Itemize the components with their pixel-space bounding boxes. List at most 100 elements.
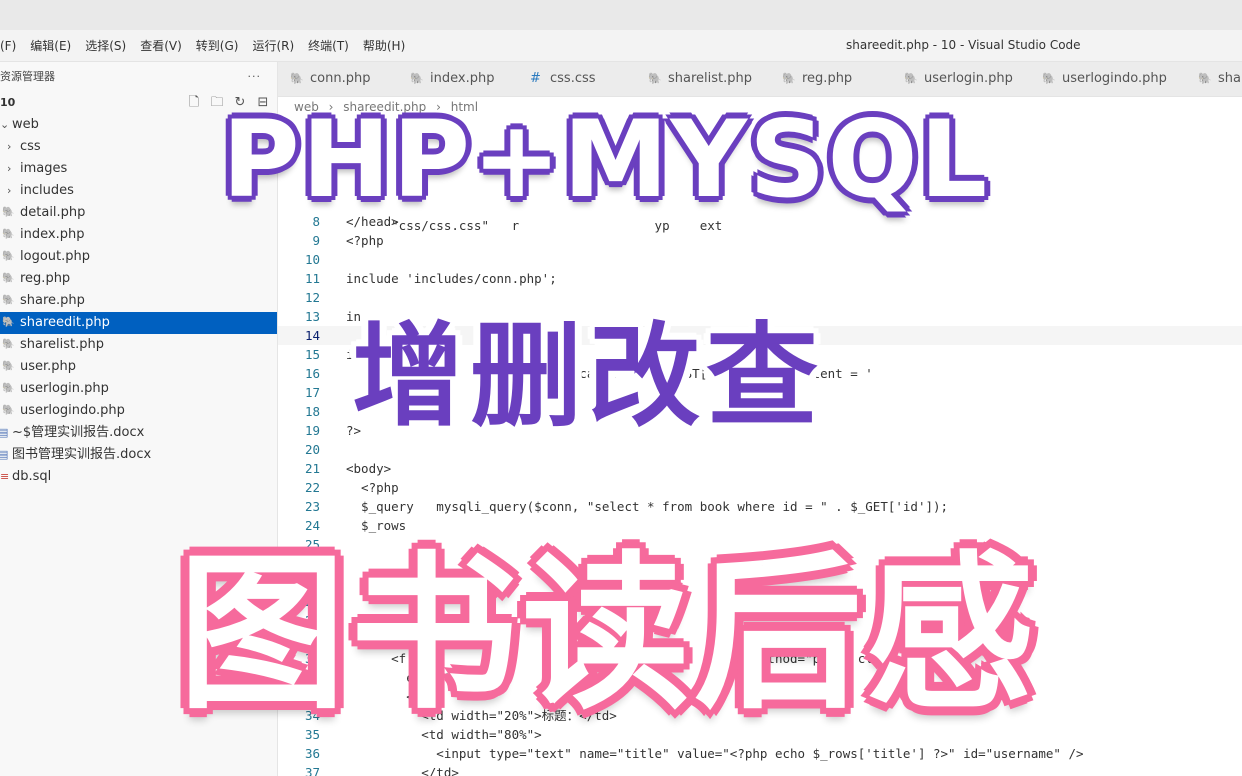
tree-item[interactable]: 🐘 userlogindo.php <box>0 400 277 422</box>
editor-tab-label: userlogin.php <box>924 71 1013 86</box>
line-number: 13 <box>304 309 320 324</box>
tree-item[interactable]: 🐘 shareedit.php <box>0 312 277 334</box>
menu-edit[interactable]: 编辑(E) <box>23 37 78 54</box>
tree-item[interactable]: ▤ 图书管理实训报告.docx <box>0 444 277 466</box>
tree-item[interactable]: 🐘 logout.php <box>0 246 277 268</box>
code-line: 22 <?php <box>278 478 1242 497</box>
word-file-icon: ▤ <box>0 444 8 466</box>
editor-tab[interactable]: 🐘 sharelist.php <box>636 62 771 96</box>
css-file-icon: # <box>530 71 541 86</box>
php-file-icon: 🐘 <box>410 72 424 85</box>
editor-tab[interactable]: 🐘 conn.php <box>278 62 399 96</box>
tree-item-label: user.php <box>20 359 77 374</box>
php-file-icon: 🐘 <box>648 72 662 85</box>
line-number: 10 <box>304 252 320 267</box>
tree-item-label: css <box>20 139 41 154</box>
more-actions-icon[interactable]: ··· <box>248 62 262 92</box>
menu-bar: (F) 编辑(E) 选择(S) 查看(V) 转到(G) 运行(R) 终端(T) … <box>0 30 412 61</box>
tree-item-label: share.php <box>20 293 85 308</box>
overlay-title-crud: 增删改查 <box>352 312 824 442</box>
code-line: 36 <input type="text" name="title" value… <box>278 744 1242 763</box>
menu-selection[interactable]: 选择(S) <box>78 37 133 54</box>
chevron-right-icon: › <box>7 140 12 153</box>
tree-item-label: sharelist.php <box>20 337 105 352</box>
tree-item-label: ~$管理实训报告.docx <box>12 425 145 440</box>
line-number: 22 <box>304 480 320 495</box>
line-number: 20 <box>304 442 320 457</box>
php-file-icon: 🐘 <box>2 295 15 306</box>
menu-terminal[interactable]: 终端(T) <box>301 37 356 54</box>
editor-tab[interactable]: 🐘 shar <box>1186 62 1242 96</box>
tree-item-label: shareedit.php <box>20 315 110 330</box>
editor-tab-label: conn.php <box>310 71 371 86</box>
editor-tab-label: reg.php <box>802 71 853 86</box>
line-number: 17 <box>304 385 320 400</box>
code-line: 9 <?php <box>278 231 1242 250</box>
php-file-icon: 🐘 <box>2 251 15 262</box>
menu-run[interactable]: 运行(R) <box>245 37 301 54</box>
tree-item-label: db.sql <box>12 469 52 484</box>
php-file-icon: 🐘 <box>2 317 15 328</box>
php-file-icon: 🐘 <box>904 72 918 85</box>
menu-view[interactable]: 查看(V) <box>133 37 189 54</box>
line-number: 16 <box>304 366 320 381</box>
tree-item[interactable]: 🐘 reg.php <box>0 268 277 290</box>
line-number: 15 <box>304 347 320 362</box>
word-file-icon: ▤ <box>0 422 8 444</box>
overlay-title-php-mysql: PHP+MYSQL <box>222 98 990 221</box>
workspace-folder-label: 10 <box>0 96 16 109</box>
tree-item[interactable]: 🐘 index.php <box>0 224 277 246</box>
editor-tab-label: userlogindo.php <box>1062 71 1167 86</box>
tree-item-label: reg.php <box>20 271 71 286</box>
editor-tab[interactable]: 🐘 userlogindo.php <box>1030 62 1187 96</box>
database-file-icon: ≡ <box>0 470 10 483</box>
explorer-title: 资源管理器 <box>0 70 55 83</box>
tree-item[interactable]: 🐘 user.php <box>0 356 277 378</box>
tree-item[interactable]: ▤ ~$管理实训报告.docx <box>0 422 277 444</box>
tree-item-label: userlogin.php <box>20 381 109 396</box>
code-text: <input type="text" name="title" value="<… <box>346 746 1084 761</box>
php-file-icon: 🐘 <box>2 273 15 284</box>
tree-item-label: index.php <box>20 227 85 242</box>
code-text: <body> <box>346 461 392 476</box>
code-line: 21 <body> <box>278 459 1242 478</box>
editor-tab[interactable]: 🐘 index.php <box>398 62 519 96</box>
tree-item-label: web <box>12 117 39 132</box>
php-file-icon: 🐘 <box>2 405 15 416</box>
tree-item-label: detail.php <box>20 205 86 220</box>
line-number: 9 <box>312 233 320 248</box>
chevron-down-icon: ⌄ <box>0 118 10 131</box>
tree-item[interactable]: ≡ db.sql <box>0 466 277 488</box>
tree-item-label: userlogindo.php <box>20 403 125 418</box>
line-number: 12 <box>304 290 320 305</box>
explorer-header: 资源管理器 ··· <box>0 62 277 92</box>
line-number: 11 <box>304 271 320 286</box>
php-file-icon: 🐘 <box>782 72 796 85</box>
window-title: shareedit.php - 10 - Visual Studio Code <box>846 38 1081 52</box>
overlay-title-book-review: 图书读后感 <box>178 536 1038 732</box>
tree-item-label: images <box>20 161 68 176</box>
php-file-icon: 🐘 <box>2 207 15 218</box>
line-number: 19 <box>304 423 320 438</box>
tree-item-label: logout.php <box>20 249 90 264</box>
php-file-icon: 🐘 <box>1198 72 1212 85</box>
new-file-icon[interactable]: 🗋 <box>186 92 202 114</box>
php-file-icon: 🐘 <box>2 229 15 240</box>
line-number: 36 <box>304 746 320 761</box>
line-number: 14 <box>304 328 320 343</box>
editor-tab[interactable]: # css.css <box>518 62 637 96</box>
tree-item[interactable]: 🐘 share.php <box>0 290 277 312</box>
menu-file[interactable]: (F) <box>0 39 23 53</box>
editor-tab[interactable]: 🐘 reg.php <box>770 62 893 96</box>
editor-tab-label: sharelist.php <box>668 71 753 86</box>
php-file-icon: 🐘 <box>2 361 15 372</box>
menu-help[interactable]: 帮助(H) <box>356 37 412 54</box>
code-text: <?php <box>346 233 384 248</box>
menu-go[interactable]: 转到(G) <box>189 37 246 54</box>
php-file-icon: 🐘 <box>290 72 304 85</box>
editor-tab[interactable]: 🐘 userlogin.php <box>892 62 1031 96</box>
tree-item[interactable]: 🐘 sharelist.php <box>0 334 277 356</box>
editor-tab-label: shar <box>1218 71 1242 86</box>
tree-item-label: 图书管理实训报告.docx <box>12 447 152 462</box>
tree-item[interactable]: 🐘 userlogin.php <box>0 378 277 400</box>
